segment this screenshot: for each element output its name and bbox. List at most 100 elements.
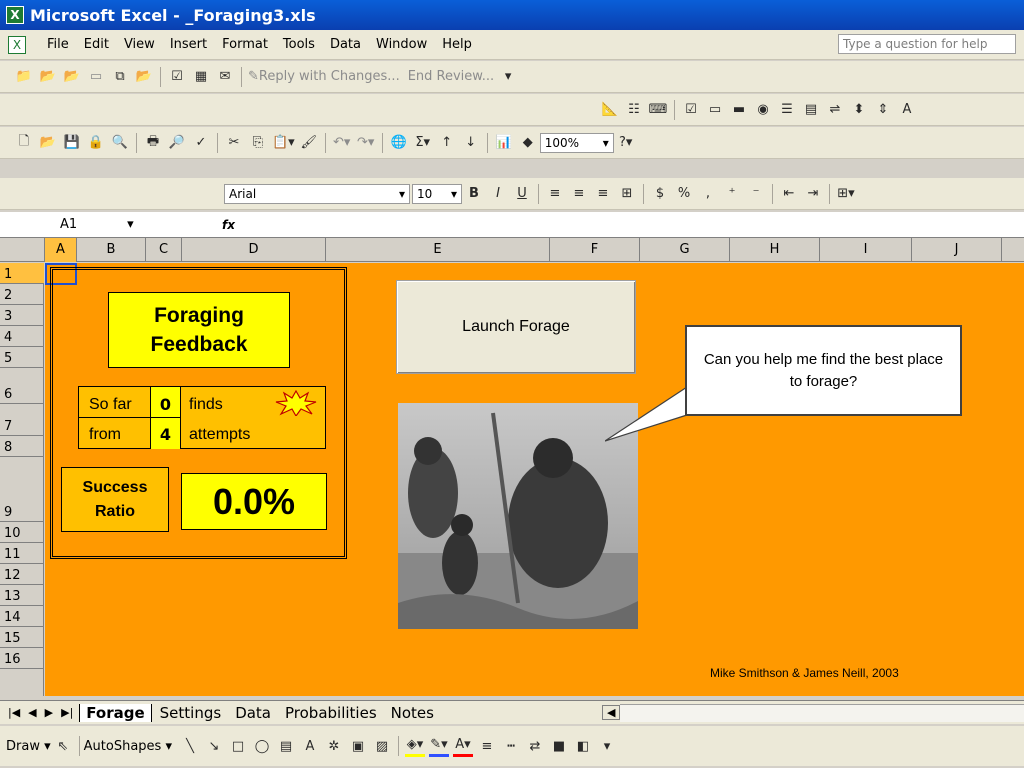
align-center-icon[interactable]: ≡ bbox=[569, 183, 589, 205]
clipart-icon[interactable]: ▣ bbox=[348, 735, 368, 757]
row-header[interactable]: 13 bbox=[0, 585, 44, 606]
sort-ascending-icon[interactable]: ↑ bbox=[437, 132, 457, 154]
print-icon[interactable]: 🖶 bbox=[143, 132, 163, 154]
track-icon[interactable]: ▦ bbox=[191, 66, 211, 88]
prev-sheet-icon[interactable]: ◀ bbox=[28, 706, 36, 719]
font-select[interactable]: Arial ▾ bbox=[224, 183, 410, 204]
menu-window[interactable]: Window bbox=[376, 37, 427, 52]
italic-button[interactable]: I bbox=[488, 183, 508, 205]
currency-icon[interactable]: $ bbox=[650, 183, 670, 205]
wordart-icon[interactable]: A bbox=[300, 735, 320, 757]
fill-color-icon[interactable]: ◈▾ bbox=[404, 735, 425, 757]
column-header[interactable]: F bbox=[550, 238, 640, 262]
workbook-icon[interactable]: X bbox=[8, 35, 26, 54]
row-header[interactable]: 4 bbox=[0, 326, 44, 347]
select-pointer-icon[interactable]: ⇖ bbox=[53, 735, 73, 757]
option-button-icon[interactable]: ◉ bbox=[753, 99, 773, 121]
oval-icon[interactable]: ◯ bbox=[252, 735, 272, 757]
paste-icon[interactable]: 📋▾ bbox=[272, 132, 295, 154]
format-painter-icon[interactable]: 🖌 bbox=[299, 132, 319, 154]
column-header[interactable]: J bbox=[912, 238, 1002, 262]
line-style-icon[interactable]: ≡ bbox=[477, 735, 497, 757]
fx-icon[interactable]: fx bbox=[222, 218, 235, 232]
row-header[interactable]: 1 bbox=[0, 263, 44, 284]
increase-indent-icon[interactable]: ⇥ bbox=[803, 183, 823, 205]
cut-icon[interactable]: ✂ bbox=[224, 132, 244, 154]
row-header[interactable]: 11 bbox=[0, 543, 44, 564]
merge-center-icon[interactable]: ⊞ bbox=[617, 183, 637, 205]
decrease-indent-icon[interactable]: ⇤ bbox=[779, 183, 799, 205]
menu-data[interactable]: Data bbox=[330, 37, 361, 52]
spin-button-icon[interactable]: ⬍ bbox=[849, 99, 869, 121]
end-review-button[interactable]: End Review... bbox=[408, 66, 494, 88]
permission-icon[interactable]: 🔒 bbox=[86, 132, 106, 154]
label-icon[interactable]: A bbox=[897, 99, 917, 121]
row-header[interactable]: 8 bbox=[0, 436, 44, 457]
align-right-icon[interactable]: ≡ bbox=[593, 183, 613, 205]
toolbar-options-icon[interactable]: ▾ bbox=[597, 735, 617, 757]
reply-changes-button[interactable]: ✎ Reply with Changes... bbox=[248, 66, 400, 88]
sheet-area[interactable]: Foraging Feedback So far 0 finds from 4 … bbox=[45, 263, 1024, 696]
diagram-icon[interactable]: ✲ bbox=[324, 735, 344, 757]
launch-forage-button[interactable]: Launch Forage bbox=[396, 280, 636, 374]
checklist-icon[interactable]: ☑ bbox=[167, 66, 187, 88]
new-icon[interactable]: 🗋 bbox=[14, 132, 34, 154]
row-header[interactable]: 6 bbox=[0, 368, 44, 404]
formula-input[interactable] bbox=[235, 214, 1024, 236]
next-sheet-icon[interactable]: ▶ bbox=[45, 706, 53, 719]
column-header[interactable]: C bbox=[146, 238, 182, 262]
3d-icon[interactable]: ◧ bbox=[573, 735, 593, 757]
print-preview-icon[interactable]: 🔎 bbox=[167, 132, 187, 154]
folder-icon[interactable]: 📂 bbox=[38, 66, 58, 88]
increase-decimal-icon[interactable]: ⁺ bbox=[722, 183, 742, 205]
tab-forage[interactable]: Forage bbox=[79, 703, 152, 722]
borders-icon[interactable]: ⊞▾ bbox=[836, 183, 856, 205]
row-header[interactable]: 2 bbox=[0, 284, 44, 305]
row-header[interactable]: 16 bbox=[0, 648, 44, 669]
textbox-icon[interactable]: ▤ bbox=[276, 735, 296, 757]
decrease-decimal-icon[interactable]: ⁻ bbox=[746, 183, 766, 205]
column-header[interactable]: A bbox=[45, 238, 77, 262]
font-size-select[interactable]: 10 ▾ bbox=[412, 183, 462, 204]
comma-icon[interactable]: , bbox=[698, 183, 718, 205]
draw-menu-button[interactable]: Draw ▾ bbox=[6, 739, 51, 754]
scroll-left-icon[interactable]: ◀ bbox=[601, 705, 621, 720]
picture-icon[interactable]: ▨ bbox=[372, 735, 392, 757]
autoshapes-menu-button[interactable]: AutoShapes ▾ bbox=[84, 739, 172, 754]
line-color-icon[interactable]: ✎▾ bbox=[428, 735, 449, 757]
checkbox-icon[interactable]: ☑ bbox=[681, 99, 701, 121]
percent-icon[interactable]: % bbox=[674, 183, 694, 205]
row-header[interactable]: 14 bbox=[0, 606, 44, 627]
column-header[interactable]: H bbox=[730, 238, 820, 262]
save-icon[interactable]: 💾 bbox=[62, 132, 82, 154]
row-header[interactable]: 3 bbox=[0, 305, 44, 326]
listbox-icon[interactable]: ☰ bbox=[777, 99, 797, 121]
menu-edit[interactable]: Edit bbox=[84, 37, 109, 52]
open-icon[interactable]: 📂 bbox=[38, 132, 58, 154]
toggle-icon[interactable]: ⇌ bbox=[825, 99, 845, 121]
menu-format[interactable]: Format bbox=[222, 37, 268, 52]
autosum-icon[interactable]: Σ▾ bbox=[413, 132, 433, 154]
comment-icon[interactable]: ▭ bbox=[86, 66, 106, 88]
row-header[interactable]: 10 bbox=[0, 522, 44, 543]
spelling-icon[interactable]: ✓ bbox=[191, 132, 211, 154]
row-header[interactable]: 15 bbox=[0, 627, 44, 648]
underline-button[interactable]: U bbox=[512, 183, 532, 205]
bold-button[interactable]: B bbox=[464, 183, 484, 205]
column-header[interactable]: I bbox=[820, 238, 912, 262]
undo-icon[interactable]: ↶▾ bbox=[332, 132, 352, 154]
tab-settings[interactable]: Settings bbox=[154, 704, 228, 722]
help-icon[interactable]: ?▾ bbox=[616, 132, 636, 154]
row-header[interactable]: 9 bbox=[0, 457, 44, 522]
new-folder-icon[interactable]: 📁 bbox=[14, 66, 34, 88]
shadow-icon[interactable]: ■ bbox=[549, 735, 569, 757]
combobox-icon[interactable]: ▤ bbox=[801, 99, 821, 121]
row-header[interactable]: 12 bbox=[0, 564, 44, 585]
toolbar-options-icon[interactable]: ▾ bbox=[498, 66, 518, 88]
arrow-icon[interactable]: ↘ bbox=[204, 735, 224, 757]
windows-icon[interactable]: ⧉ bbox=[110, 66, 130, 88]
hyperlink-icon[interactable]: 🌐 bbox=[389, 132, 409, 154]
folder-icon[interactable]: 📂 bbox=[62, 66, 82, 88]
first-sheet-icon[interactable]: |◀ bbox=[8, 706, 20, 719]
line-icon[interactable]: ╲ bbox=[180, 735, 200, 757]
